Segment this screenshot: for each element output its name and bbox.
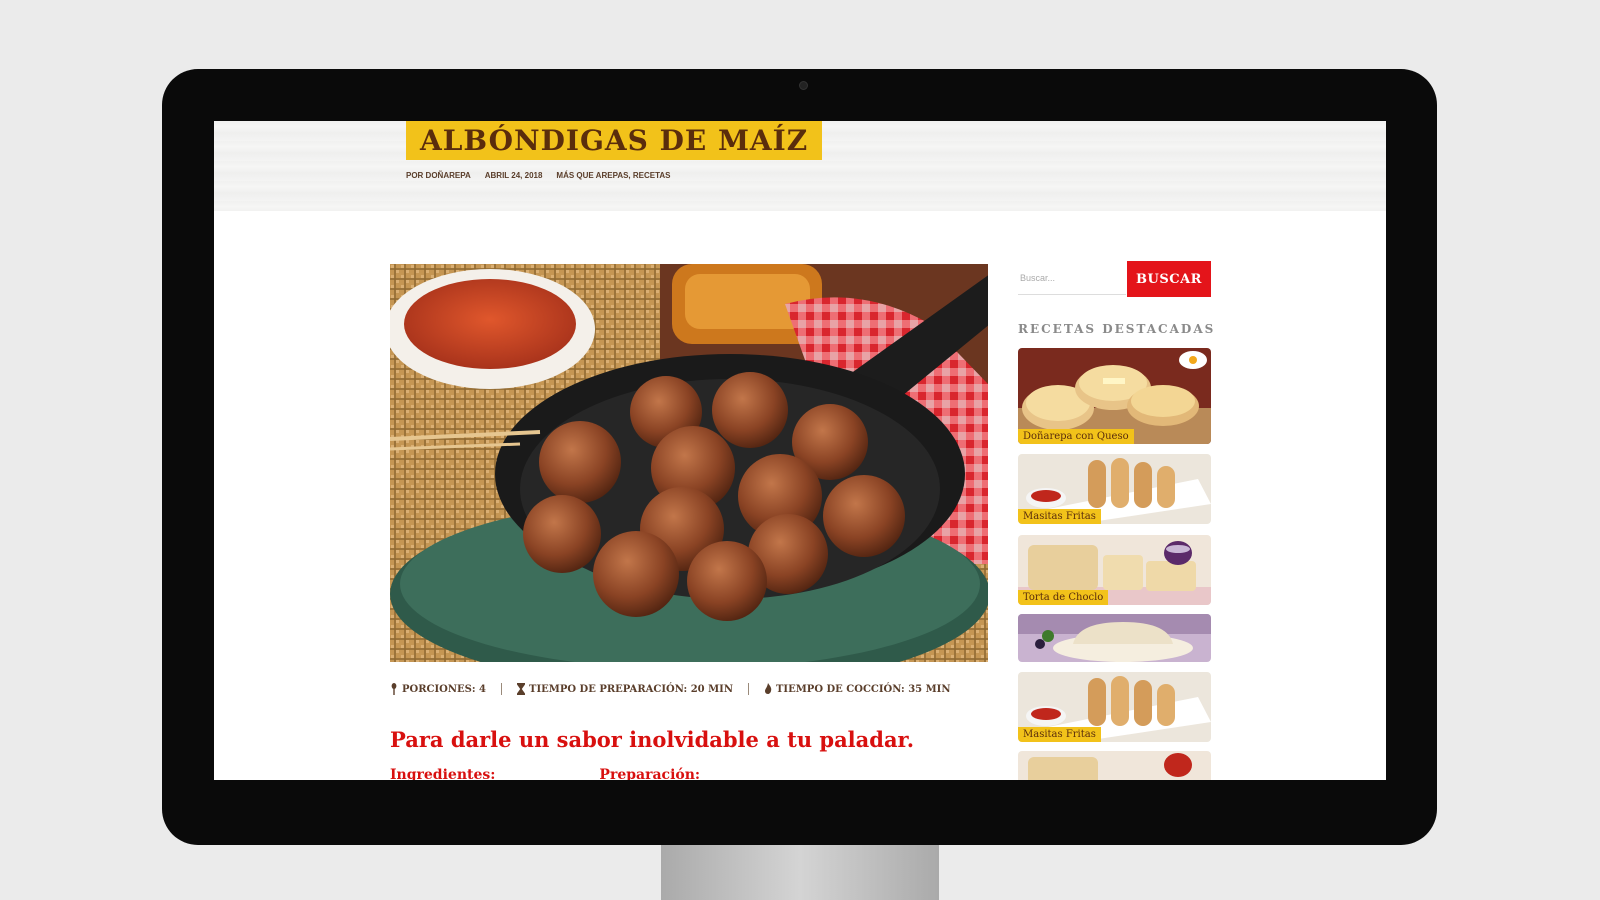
featured-recipe-card[interactable]: Torta de Choclo — [1018, 535, 1211, 605]
preparation-heading: Preparación: — [599, 767, 701, 780]
cook-time-info: TIEMPO DE COCCIÓN: 35 MIN — [764, 683, 951, 695]
info-divider — [501, 683, 503, 695]
camera-dot — [799, 81, 808, 90]
ingredients-heading: Ingredientes: — [390, 767, 496, 780]
monitor-stand — [661, 845, 939, 900]
post-header: ALBÓNDIGAS DE MAÍZ POR DOÑAREPA ABRIL 24… — [214, 121, 1386, 211]
featured-recipe-card[interactable]: Masitas Fritas — [1018, 454, 1211, 524]
featured-recipe-card[interactable] — [1018, 614, 1211, 662]
hourglass-icon — [517, 683, 526, 695]
flan-dessert-image — [1018, 614, 1211, 662]
featured-recipe-card[interactable]: Doñarepa con Queso — [1018, 348, 1211, 444]
featured-recipe-label: Masitas Fritas — [1018, 509, 1101, 524]
servings-info: PORCIONES: 4 — [390, 683, 486, 695]
search-input[interactable] — [1018, 261, 1126, 295]
featured-recipes-heading: RECETAS DESTACADAS — [1018, 322, 1216, 336]
post-author-link[interactable]: POR DOÑAREPA — [406, 171, 471, 180]
recipe-info-row: PORCIONES: 4 TIEMPO DE PREPARACIÓN: 20 M… — [390, 683, 951, 695]
recipe-tagline: Para darle un sabor inolvidable a tu pal… — [390, 727, 915, 752]
featured-recipe-label: Torta de Choclo — [1018, 590, 1109, 605]
search-button[interactable]: BUSCAR — [1127, 261, 1211, 297]
flame-icon — [764, 683, 772, 694]
post-date: ABRIL 24, 2018 — [484, 171, 543, 180]
servings-text: PORCIONES: 4 — [402, 683, 487, 695]
browser-viewport: ALBÓNDIGAS DE MAÍZ POR DOÑAREPA ABRIL 24… — [214, 121, 1386, 780]
post-meta: POR DOÑAREPA ABRIL 24, 2018 MÁS QUE AREP… — [406, 171, 671, 180]
post-title-box: ALBÓNDIGAS DE MAÍZ — [406, 121, 823, 160]
cook-time-text: TIEMPO DE COCCIÓN: 35 MIN — [775, 683, 951, 695]
post-title: ALBÓNDIGAS DE MAÍZ — [420, 124, 809, 157]
prep-time-text: TIEMPO DE PREPARACIÓN: 20 MIN — [529, 683, 733, 695]
meatballs-skillet-image — [390, 264, 988, 662]
prep-time-info: TIEMPO DE PREPARACIÓN: 20 MIN — [517, 683, 733, 695]
post-categories-link[interactable]: MÁS QUE AREPAS, RECETAS — [556, 171, 670, 180]
recipe-photo — [390, 264, 988, 662]
featured-recipe-card[interactable]: Masitas Fritas — [1018, 672, 1211, 742]
featured-recipe-label: Masitas Fritas — [1018, 727, 1101, 742]
torta-de-choclo-image — [1018, 751, 1211, 780]
info-divider — [747, 683, 749, 695]
featured-recipe-label: Doñarepa con Queso — [1018, 429, 1134, 444]
recipe-subheadings: Ingredientes: Preparación: — [390, 767, 700, 780]
featured-recipe-card[interactable] — [1018, 751, 1211, 780]
spoon-icon — [391, 683, 397, 695]
